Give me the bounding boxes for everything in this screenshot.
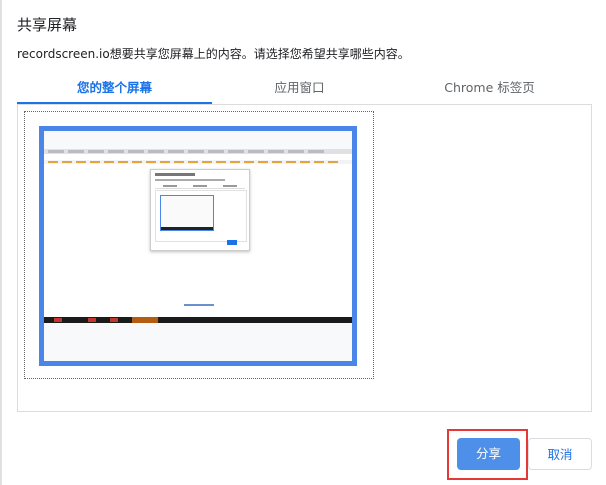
tab-application-window[interactable]: 应用窗口 bbox=[212, 76, 387, 102]
thumbnail-page bbox=[44, 164, 352, 317]
left-edge-divider bbox=[0, 0, 2, 485]
thumbnail-share-dialog bbox=[150, 169, 250, 251]
source-panel bbox=[17, 105, 592, 412]
thumbnail-taskbar bbox=[44, 317, 352, 323]
screen-thumbnail[interactable] bbox=[39, 126, 357, 366]
source-tabs: 您的整个屏幕 应用窗口 Chrome 标签页 bbox=[17, 76, 592, 105]
dialog-title: 共享屏幕 bbox=[17, 16, 78, 34]
tab-entire-screen[interactable]: 您的整个屏幕 bbox=[17, 76, 212, 104]
tab-chrome-tab[interactable]: Chrome 标签页 bbox=[387, 76, 592, 102]
share-button-highlight bbox=[447, 429, 528, 480]
dialog-subtitle: recordscreen.io想要共享您屏幕上的内容。请选择您希望共享哪些内容。 bbox=[17, 47, 410, 61]
cancel-button[interactable]: 取消 bbox=[528, 438, 592, 470]
screen-option[interactable] bbox=[24, 111, 374, 379]
